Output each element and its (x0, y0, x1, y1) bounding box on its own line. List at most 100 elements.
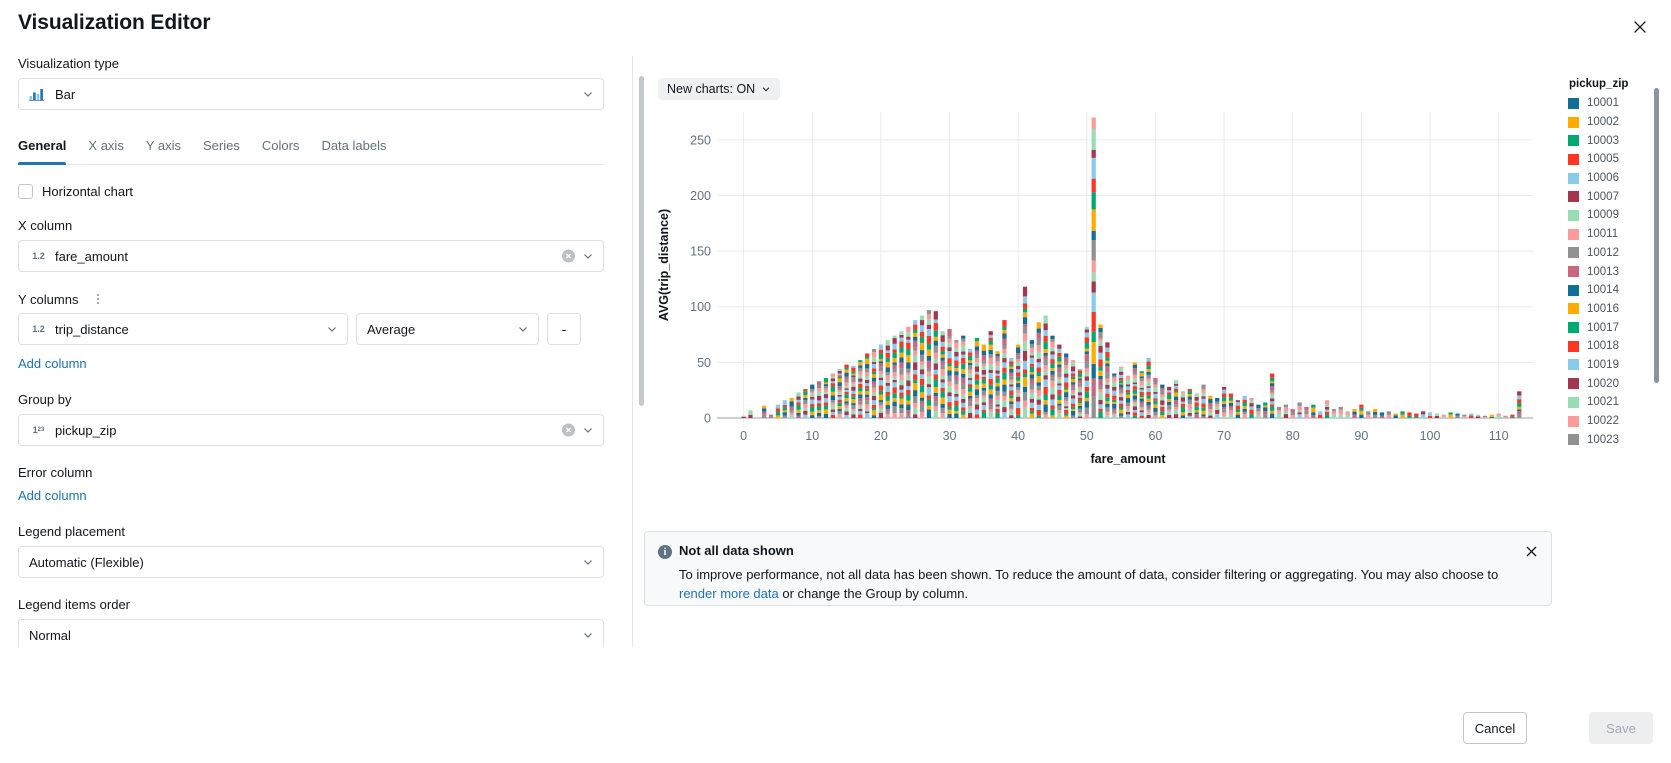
horizontal-chart-label[interactable]: Horizontal chart (42, 184, 133, 199)
alert-title: Not all data shown (679, 543, 794, 558)
legend-item[interactable]: 10013 (1568, 262, 1663, 281)
legend-swatch (1568, 135, 1579, 147)
group-by-select[interactable]: 123 pickup_zip (18, 414, 604, 446)
close-icon (1634, 21, 1646, 33)
legend-swatch (1568, 209, 1579, 221)
info-icon: i (658, 545, 672, 559)
x-column-value: fare_amount (55, 248, 128, 264)
legend-swatch (1568, 340, 1579, 352)
legend-item-label: 10012 (1587, 246, 1619, 259)
legend-item[interactable]: 10011 (1568, 225, 1663, 244)
legend-items-order-value: Normal (29, 627, 71, 643)
legend-swatch (1568, 415, 1579, 427)
tab-x-axis[interactable]: X axis (88, 132, 123, 165)
viz-type-label: Visualization type (18, 56, 119, 71)
legend-item-label: 10009 (1587, 209, 1619, 222)
legend-item[interactable]: 10001 (1568, 94, 1663, 113)
legend-item[interactable]: 10016 (1568, 300, 1663, 319)
left-panel-scrollbar[interactable] (639, 76, 644, 406)
legend-items-order-label: Legend items order (18, 597, 131, 612)
tab-y-axis[interactable]: Y axis (146, 132, 181, 165)
tab-series[interactable]: Series (203, 132, 240, 165)
legend-scrollbar[interactable] (1654, 88, 1659, 383)
legend-item[interactable]: 10017 (1568, 318, 1663, 337)
cancel-button[interactable]: Cancel (1463, 712, 1527, 744)
legend-items-order-select[interactable]: Normal (18, 619, 604, 647)
tab-general[interactable]: General (18, 132, 67, 165)
legend-item[interactable]: 10023 (1568, 430, 1663, 449)
svg-text:30: 30 (943, 429, 957, 443)
clear-group-by-button[interactable] (562, 423, 575, 437)
chevron-down-icon (584, 428, 592, 433)
svg-text:AVG(trip_distance): AVG(trip_distance) (657, 209, 671, 321)
legend-item[interactable]: 10014 (1568, 281, 1663, 300)
chevron-down-icon (519, 327, 527, 332)
legend-item[interactable]: 10012 (1568, 244, 1663, 263)
chevron-down-icon (584, 633, 592, 638)
svg-text:50: 50 (697, 356, 711, 370)
render-more-data-link[interactable]: render more data (679, 586, 779, 601)
legend-item[interactable]: 10018 (1568, 337, 1663, 356)
svg-text:200: 200 (690, 189, 711, 203)
legend-item-label: 10020 (1587, 377, 1619, 390)
new-charts-toggle[interactable]: New charts: ON (658, 78, 781, 100)
legend-swatch (1568, 153, 1579, 165)
legend-item[interactable]: 10020 (1568, 374, 1663, 393)
tab-colors[interactable]: Colors (262, 132, 300, 165)
legend-item[interactable]: 10021 (1568, 393, 1663, 412)
legend-item-label: 10006 (1587, 172, 1619, 185)
legend-item-label: 10021 (1587, 396, 1619, 409)
svg-text:40: 40 (1011, 429, 1025, 443)
close-dialog-button[interactable] (1627, 14, 1653, 40)
group-by-label: Group by (18, 392, 72, 407)
svg-text:60: 60 (1149, 429, 1163, 443)
legend-swatch (1568, 116, 1579, 128)
chevron-down-icon (584, 254, 592, 259)
legend-swatch (1568, 228, 1579, 240)
legend-item-label: 10016 (1587, 302, 1619, 315)
chevron-down-icon (584, 560, 592, 565)
horizontal-chart-row[interactable]: Horizontal chart (18, 184, 614, 199)
legend-item[interactable]: 10007 (1568, 187, 1663, 206)
clear-x-column-button[interactable] (562, 249, 575, 263)
chart-canvas[interactable]: 0 50 100 150 200 250 0 10 20 30 40 50 60 70 80 90 100 110… (648, 100, 1553, 465)
chevron-down-icon (762, 87, 770, 92)
add-error-column-link[interactable]: Add column (18, 488, 87, 503)
bar-chart[interactable]: 0 50 100 150 200 250 0 10 20 30 40 50 60 70 80 90 100 110… (648, 100, 1553, 465)
close-icon (1526, 546, 1537, 557)
legend-item[interactable]: 10009 (1568, 206, 1663, 225)
add-y-column-link[interactable]: Add column (18, 356, 87, 371)
svg-text:90: 90 (1354, 429, 1368, 443)
y-column-value: trip_distance (55, 321, 129, 337)
dismiss-alert-button[interactable] (1523, 543, 1540, 560)
legend-item[interactable]: 10022 (1568, 412, 1663, 431)
horizontal-chart-checkbox[interactable] (18, 184, 33, 199)
legend-item-label: 10014 (1587, 284, 1619, 297)
x-column-label: X column (18, 218, 73, 233)
dialog-footer: Cancel Save (0, 694, 1671, 763)
tab-data-labels[interactable]: Data labels (321, 132, 386, 165)
legend-item[interactable]: 10019 (1568, 356, 1663, 375)
x-column-select[interactable]: 1.2 fare_amount (18, 240, 604, 272)
group-by-value: pickup_zip (55, 422, 117, 438)
legend-placement-select[interactable]: Automatic (Flexible) (18, 546, 604, 578)
legend-item[interactable]: 10003 (1568, 131, 1663, 150)
legend-item[interactable]: 10006 (1568, 169, 1663, 188)
remove-y-column-button[interactable]: - (547, 313, 581, 345)
y-columns-menu-button[interactable] (91, 291, 105, 307)
chart-legend: pickup_zip 10001 10002 10003 10005 10006 1000… (1568, 78, 1663, 468)
legend-item-label: 10001 (1587, 97, 1619, 110)
viz-type-select[interactable]: Bar (18, 78, 604, 110)
legend-item-label: 10017 (1587, 321, 1619, 334)
legend-item[interactable]: 10002 (1568, 113, 1663, 132)
chevron-down-icon (328, 327, 336, 332)
y-aggregation-select[interactable]: Average (356, 313, 539, 345)
y-column-select[interactable]: 1.2 trip_distance (18, 313, 348, 345)
legend-item-label: 10022 (1587, 415, 1619, 428)
error-column-label: Error column (18, 465, 93, 480)
svg-text:80: 80 (1286, 429, 1300, 443)
clear-icon (565, 253, 572, 259)
y-aggregation-value: Average (367, 321, 416, 337)
svg-text:70: 70 (1217, 429, 1231, 443)
legend-item[interactable]: 10005 (1568, 150, 1663, 169)
